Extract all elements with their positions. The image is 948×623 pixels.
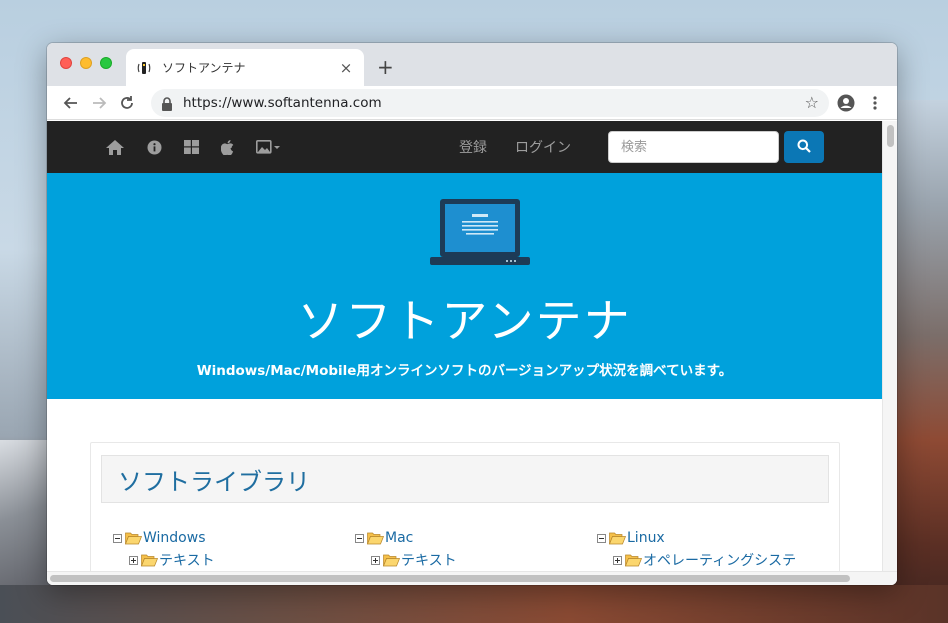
library-panel-header: ソフトライブラリ bbox=[101, 455, 829, 503]
tree-label[interactable]: テキスト bbox=[159, 550, 215, 570]
address-bar[interactable]: https://www.softantenna.com ☆ bbox=[151, 88, 829, 117]
tree-label[interactable]: テキスト bbox=[401, 550, 457, 570]
tree-node-windows[interactable]: Windows bbox=[113, 527, 355, 549]
folder-open-icon bbox=[609, 532, 626, 544]
forward-button[interactable] bbox=[85, 89, 113, 117]
search-input[interactable] bbox=[608, 131, 779, 163]
expand-icon[interactable] bbox=[371, 555, 380, 565]
tree-label[interactable]: Mac bbox=[385, 530, 413, 546]
window-controls bbox=[60, 57, 112, 69]
navbar-links: 登録 ログイン bbox=[459, 121, 571, 173]
tab-title: ソフトアンテナ bbox=[162, 61, 246, 75]
tree-label[interactable]: オペレーティングシステ bbox=[643, 550, 796, 570]
tree-node-text[interactable]: テキスト bbox=[355, 549, 597, 571]
login-link[interactable]: ログイン bbox=[515, 137, 571, 157]
tree-label[interactable]: Windows bbox=[143, 530, 206, 546]
tree-node-linux[interactable]: Linux bbox=[597, 527, 839, 549]
tree-node-text[interactable]: テキスト bbox=[113, 549, 355, 571]
search-icon bbox=[797, 139, 811, 156]
library-title: ソフトライブラリ bbox=[118, 467, 310, 496]
reload-button[interactable] bbox=[113, 89, 141, 117]
minimize-window-button[interactable] bbox=[80, 57, 92, 69]
new-tab-button[interactable]: + bbox=[377, 55, 394, 79]
close-window-button[interactable] bbox=[60, 57, 72, 69]
library-column-mac: Mac テキスト bbox=[355, 527, 597, 571]
page-viewport: 登録 ログイン 検索 ソフトアンテナ Windows/Mac/Mobile用オン… bbox=[47, 121, 882, 571]
vertical-scroll-thumb[interactable] bbox=[887, 125, 894, 147]
library-panel: ソフトライブラリ Windows テキスト Mac テキスト Linux オペレ… bbox=[90, 442, 840, 571]
collapse-icon[interactable] bbox=[113, 533, 122, 543]
library-column-windows: Windows テキスト bbox=[113, 527, 355, 571]
browser-toolbar: https://www.softantenna.com ☆ bbox=[47, 86, 897, 120]
maximize-window-button[interactable] bbox=[100, 57, 112, 69]
url-text: https://www.softantenna.com bbox=[183, 94, 382, 111]
tab-bar: ソフトアンテナ × + bbox=[47, 43, 897, 86]
profile-icon[interactable] bbox=[829, 94, 863, 112]
expand-icon[interactable] bbox=[129, 555, 138, 565]
folder-open-icon bbox=[625, 554, 642, 566]
hero-title: ソフトアンテナ bbox=[297, 294, 632, 348]
browser-window: ソフトアンテナ × + https://www.softantenna.com … bbox=[47, 43, 897, 585]
apple-icon[interactable] bbox=[221, 139, 234, 155]
tree-node-mac[interactable]: Mac bbox=[355, 527, 597, 549]
lock-icon bbox=[161, 96, 173, 111]
horizontal-scroll-thumb[interactable] bbox=[50, 575, 850, 582]
site-navbar: 登録 ログイン bbox=[47, 121, 882, 173]
laptop-icon bbox=[430, 197, 530, 271]
expand-icon[interactable] bbox=[613, 555, 622, 565]
image-dropdown-icon[interactable] bbox=[256, 140, 280, 154]
hero-banner: ソフトアンテナ Windows/Mac/Mobile用オンラインソフトのバージョ… bbox=[47, 173, 882, 399]
desktop-wallpaper-bottom bbox=[0, 585, 948, 623]
info-icon[interactable] bbox=[147, 140, 162, 155]
register-link[interactable]: 登録 bbox=[459, 137, 487, 157]
folder-open-icon bbox=[367, 532, 384, 544]
library-columns: Windows テキスト Mac テキスト Linux オペレーティングシステ bbox=[91, 503, 839, 571]
home-icon[interactable] bbox=[105, 139, 125, 156]
navbar-icons bbox=[105, 121, 280, 173]
menu-kebab-icon[interactable] bbox=[863, 95, 887, 111]
bookmark-star-icon[interactable]: ☆ bbox=[805, 93, 819, 112]
collapse-icon[interactable] bbox=[597, 533, 606, 543]
folder-open-icon bbox=[383, 554, 400, 566]
folder-open-icon bbox=[141, 554, 158, 566]
close-tab-icon[interactable]: × bbox=[338, 59, 354, 77]
tree-node-os[interactable]: オペレーティングシステ bbox=[597, 549, 839, 571]
horizontal-scrollbar[interactable] bbox=[47, 571, 897, 585]
search-button[interactable] bbox=[784, 131, 824, 163]
tree-label[interactable]: Linux bbox=[627, 530, 665, 546]
site-search bbox=[608, 131, 824, 163]
windows-icon[interactable] bbox=[184, 140, 199, 154]
tab-softantenna[interactable]: ソフトアンテナ × bbox=[126, 49, 364, 86]
antenna-favicon-icon bbox=[136, 60, 152, 76]
library-column-linux: Linux オペレーティングシステ bbox=[597, 527, 839, 571]
folder-open-icon bbox=[125, 532, 142, 544]
collapse-icon[interactable] bbox=[355, 533, 364, 543]
back-button[interactable] bbox=[57, 89, 85, 117]
vertical-scrollbar[interactable] bbox=[882, 121, 897, 571]
hero-subtitle: Windows/Mac/Mobile用オンラインソフトのバージョンアップ状況を調… bbox=[196, 363, 733, 379]
desktop-wallpaper-right bbox=[888, 100, 948, 623]
